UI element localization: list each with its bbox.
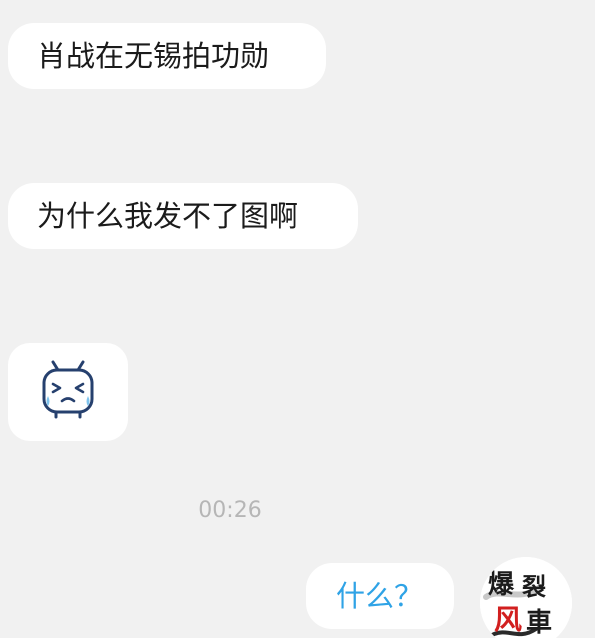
avatar-glyph: 車 — [526, 608, 552, 638]
outgoing-message-bubble[interactable]: 什么？ — [306, 563, 454, 629]
message-text: 什么？ — [336, 578, 424, 613]
avatar-glyph: 裂 — [522, 572, 546, 601]
avatar-glyph: 爆 — [488, 570, 515, 600]
incoming-message-bubble[interactable]: 为什么我发不了图啊 — [8, 183, 358, 249]
message-text: 肖战在无锡拍功勋 — [37, 38, 270, 73]
avatar-glyph: 风 — [494, 603, 522, 636]
incoming-sticker-bubble[interactable] — [8, 343, 128, 441]
avatar[interactable]: 爆 裂 风 車 — [480, 557, 572, 638]
message-text: 为什么我发不了图啊 — [37, 198, 299, 233]
chat-conversation: 肖战在无锡拍功勋 为什么我发不了图啊 00:26 什么？ 爆 裂 风 車 — [0, 0, 595, 638]
message-timestamp: 00:26 — [198, 498, 262, 523]
incoming-message-bubble[interactable]: 肖战在无锡拍功勋 — [8, 23, 326, 89]
crying-tv-face-sticker-icon — [40, 360, 96, 425]
calligraphy-avatar-icon: 爆 裂 风 車 — [480, 557, 572, 638]
